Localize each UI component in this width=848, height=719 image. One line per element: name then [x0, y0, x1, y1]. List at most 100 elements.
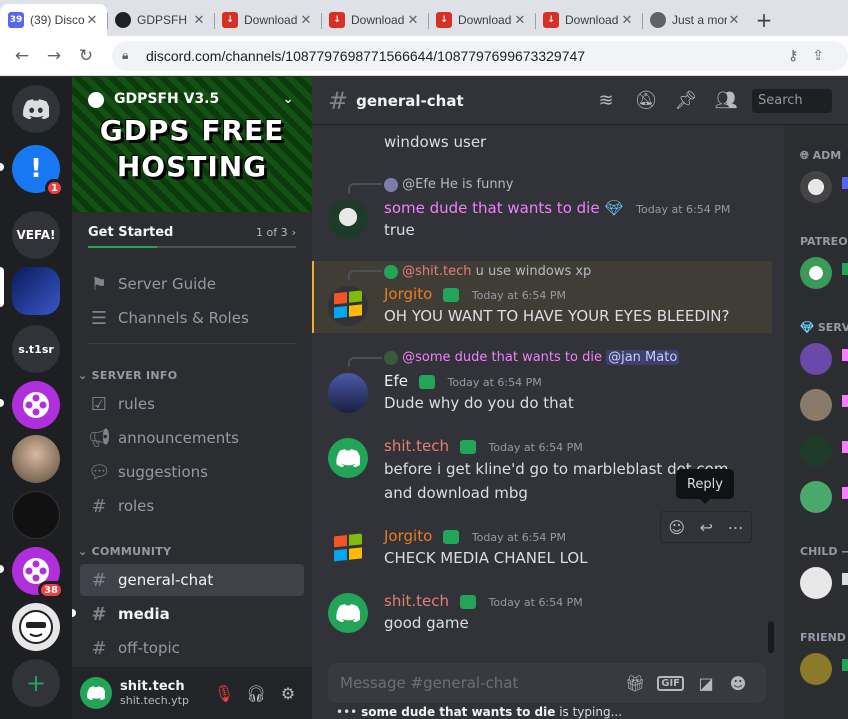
headphones-icon[interactable]: 🎧︎ [240, 684, 272, 703]
close-tab-icon[interactable]: ✕ [513, 13, 527, 28]
member-name[interactable] [842, 349, 848, 361]
browser-tab-gdpsfh[interactable]: GDPSFH ✕ [107, 4, 214, 36]
channel-off-topic[interactable]: # off-topic [80, 632, 304, 664]
channel-suggestions[interactable]: 💬︎ suggestions [80, 456, 304, 488]
message-author[interactable]: shit.tech Today at 6:54 PM [384, 437, 583, 455]
pin-icon[interactable]: 📌︎ [670, 90, 702, 111]
member-avatar[interactable] [800, 171, 832, 203]
new-tab-button[interactable]: + [749, 4, 779, 36]
member-avatar[interactable] [800, 343, 832, 375]
close-tab-icon[interactable]: ✕ [620, 13, 634, 28]
chevron-down-icon[interactable]: ⌄ [282, 91, 294, 107]
user-names[interactable]: shit.tech shit.tech.ytp [120, 679, 208, 707]
member-avatar[interactable] [800, 567, 832, 599]
browser-tab-download-2[interactable]: ↓ Download ✕ [321, 4, 428, 36]
url-field[interactable]: 🔒︎ discord.com/channels/1087797698771566… [112, 40, 848, 71]
scrollbar[interactable] [768, 621, 774, 653]
member-name[interactable] [842, 573, 848, 585]
message-hover-toolbar: ☺ ↩ ⋯ [660, 511, 752, 543]
channel-roles[interactable]: # roles [80, 490, 304, 522]
server-icon-gdpsfh[interactable] [12, 267, 60, 315]
server-icon-st1sr[interactable]: s.t1sr [12, 325, 60, 373]
notification-bell-muted-icon[interactable]: 🔕︎ [630, 90, 662, 111]
message-author[interactable]: Efe Today at 6:54 PM [384, 372, 542, 390]
sidebar-item-server-guide[interactable]: ⚑ Server Guide [80, 268, 304, 300]
avatar[interactable] [328, 438, 368, 478]
gif-button[interactable]: GIF [657, 675, 684, 691]
sticker-icon[interactable]: ◪ [690, 674, 722, 693]
back-icon[interactable]: ← [6, 40, 38, 72]
member-avatar[interactable] [800, 481, 832, 513]
server-icon-alert[interactable]: ! 1 [12, 145, 64, 197]
message-author[interactable]: some dude that wants to die 💎︎ Today at … [384, 199, 730, 217]
close-tab-icon[interactable]: ✕ [727, 13, 741, 28]
server-icon-vefa[interactable]: VEFA! [12, 211, 60, 259]
author-name: shit.tech [384, 592, 450, 610]
member-avatar[interactable] [800, 435, 832, 467]
gift-icon[interactable]: 🎁︎ [619, 674, 651, 693]
close-tab-icon[interactable]: ✕ [192, 13, 206, 28]
close-tab-icon[interactable]: ✕ [299, 13, 313, 28]
message-author[interactable]: Jorgito Today at 6:54 PM [384, 527, 566, 545]
avatar[interactable] [328, 199, 368, 239]
message-author[interactable]: Jorgito Today at 6:54 PM [384, 285, 566, 303]
server-banner[interactable]: GDPSFH V3.5 ⌄ GDPS FREE HOSTING [72, 77, 312, 212]
avatar[interactable] [328, 373, 368, 413]
message-input[interactable] [340, 674, 620, 692]
category-community[interactable]: ⌄ COMMUNITY [78, 545, 171, 558]
channel-announcements[interactable]: 📢︎ announcements [80, 422, 304, 454]
server-icon-purple-2[interactable]: 38 [12, 547, 64, 599]
server-icon-dark[interactable] [12, 491, 60, 539]
server-icon-photo[interactable] [12, 435, 60, 483]
settings-gear-icon[interactable]: ⚙ [272, 684, 304, 703]
sidebar-item-channels-roles[interactable]: ☰ Channels & Roles [80, 302, 304, 334]
reply-preview[interactable]: @shit.tech u use windows xp [384, 264, 591, 279]
discord-home-button[interactable] [12, 85, 60, 133]
member-list-icon[interactable]: 👥︎ [710, 90, 742, 111]
member-name[interactable] [842, 659, 848, 671]
member-avatar[interactable] [800, 257, 832, 289]
mute-microphone-icon[interactable]: 🎙︎ [208, 684, 240, 703]
server-icon-purple[interactable] [12, 381, 60, 429]
member-avatar[interactable] [800, 653, 832, 685]
hash-icon: # [91, 569, 107, 591]
search-input[interactable]: Search [752, 88, 832, 113]
member-name[interactable] [842, 487, 848, 499]
threads-icon[interactable]: ≋ [590, 90, 622, 111]
channel-general-chat[interactable]: # general-chat [80, 564, 304, 596]
browser-tab-just-a-moment[interactable]: Just a moment ✕ [642, 4, 749, 36]
role-mention[interactable]: @jan Mato [606, 350, 680, 365]
channel-rules[interactable]: ☑ rules [80, 388, 304, 420]
reply-preview[interactable]: @some dude that wants to die @jan Mato [384, 350, 680, 365]
avatar[interactable] [328, 593, 368, 633]
avatar[interactable] [328, 286, 368, 326]
avatar[interactable] [80, 677, 112, 709]
avatar[interactable] [328, 529, 368, 569]
omnibox-tools-icon[interactable]: ⚷⇪ [788, 47, 838, 64]
get-started-bar[interactable]: Get Started 1 of 3 › [72, 212, 312, 252]
close-tab-icon[interactable]: ✕ [85, 13, 99, 28]
server-icon-cartoon[interactable] [12, 603, 60, 651]
member-name[interactable] [842, 395, 848, 407]
member-name[interactable] [842, 441, 848, 453]
forward-icon[interactable]: → [38, 40, 70, 72]
reload-icon[interactable]: ↻ [70, 40, 102, 72]
channel-media[interactable]: # media [80, 598, 304, 630]
message-author[interactable]: shit.tech Today at 6:54 PM [384, 592, 583, 610]
close-tab-icon[interactable]: ✕ [406, 13, 420, 28]
member-name[interactable] [842, 263, 848, 275]
browser-tab-download-3[interactable]: ↓ Download ✕ [428, 4, 535, 36]
reply-icon[interactable]: ↩ [700, 518, 713, 537]
add-server-button[interactable]: + [12, 659, 60, 707]
browser-tab-download-4[interactable]: ↓ Download ✕ [535, 4, 642, 36]
member-name[interactable] [842, 177, 848, 189]
member-avatar[interactable] [800, 389, 832, 421]
category-server-info[interactable]: ⌄ SERVER INFO [78, 369, 177, 382]
reply-preview[interactable]: @Efe He is funny [384, 177, 514, 192]
emoji-icon[interactable]: ☻ [722, 674, 754, 693]
more-options-icon[interactable]: ⋯ [728, 518, 744, 537]
browser-tab-download-1[interactable]: ↓ Download ✕ [214, 4, 321, 36]
add-reaction-icon[interactable]: ☺ [668, 518, 685, 537]
globe-favicon-icon [650, 12, 666, 28]
browser-tab-discord[interactable]: 39 (39) Discord ✕ [0, 4, 107, 36]
